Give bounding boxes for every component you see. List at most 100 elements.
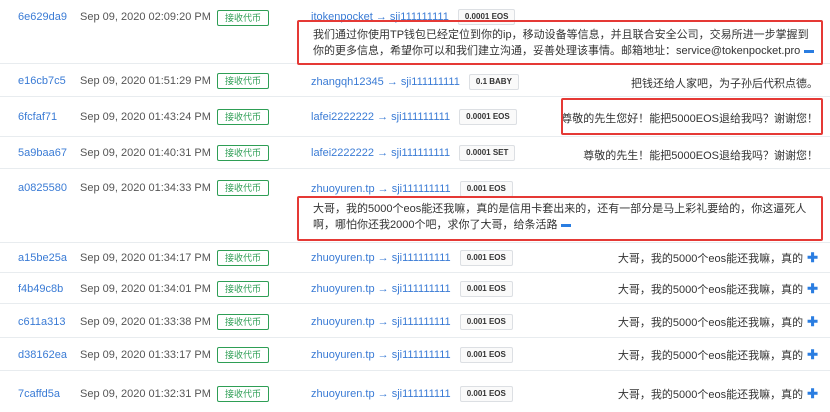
memo-content: 大哥，我的5000个eos能还我嘛，真的 [617,389,804,401]
tx-time: Sep 09, 2020 01:32:31 PM [80,388,211,400]
arrow-icon: → [386,75,398,88]
tx-time: Sep 09, 2020 01:34:33 PM [80,182,211,194]
tx-hash-link[interactable]: f4b49c8b [18,283,63,295]
amount-badge: 0.001 EOS [459,314,513,330]
table-row: 7caffd5a Sep 09, 2020 01:32:31 PM 接收代币 z… [0,371,830,412]
expand-plus-icon[interactable]: ✚ [807,386,818,401]
tx-hash-link[interactable]: 6e629da9 [18,11,67,23]
amount-badge: 0.001 EOS [459,250,513,266]
arrow-icon: → [377,251,389,264]
arrow-icon: → [377,387,389,400]
action-badge: 接收代币 [217,180,270,196]
tx-time: Sep 09, 2020 01:33:38 PM [80,316,211,328]
expand-plus-icon[interactable]: ✚ [807,281,818,296]
transfer-info: zhuoyuren.tp → sji111111111 0.001 EOS [311,386,513,402]
tx-time: Sep 09, 2020 01:43:24 PM [80,111,211,123]
expand-plus-icon[interactable]: ✚ [807,347,818,362]
tx-hash-link[interactable]: a0825580 [18,182,67,194]
tx-time: Sep 09, 2020 01:40:31 PM [80,147,211,159]
table-row: f4b49c8b Sep 09, 2020 01:34:01 PM 接收代币 z… [0,273,830,304]
amount-badge: 0.001 EOS [459,386,513,402]
highlight-box [561,98,823,135]
memo-text: 大哥，我的5000个eos能还我嘛，真的 ✚ [618,386,818,402]
action-badge: 接收代币 [217,386,270,402]
table-row: a15be25a Sep 09, 2020 01:34:17 PM 接收代币 z… [0,243,830,273]
from-account-link[interactable]: lafei2222222 [311,147,374,159]
highlight-box [297,20,823,65]
arrow-icon: → [377,182,389,195]
memo-content: 大哥，我的5000个eos能还我嘛，真的 [617,350,804,362]
from-account-link[interactable]: zhuoyuren.tp [311,283,375,295]
tx-hash-link[interactable]: 7caffd5a [18,388,60,400]
tx-hash-link[interactable]: e16cb7c5 [18,75,66,87]
to-account-link[interactable]: sji111111111 [391,147,450,159]
amount-badge: 0.1 BABY [468,74,519,90]
amount-badge: 0.001 EOS [459,347,513,363]
to-account-link[interactable]: sji111111111 [401,76,460,88]
tx-time: Sep 09, 2020 01:34:01 PM [80,283,211,295]
amount-badge: 0.001 EOS [459,281,513,297]
expand-plus-icon[interactable]: ✚ [807,250,818,265]
tx-hash-link[interactable]: c611a313 [18,316,66,328]
tx-hash-link[interactable]: 6fcfaf71 [18,111,57,123]
to-account-link[interactable]: sji111111111 [392,349,451,361]
tx-hash-link[interactable]: 5a9baa67 [18,147,67,159]
from-account-link[interactable]: zhuoyuren.tp [311,252,375,264]
memo-text: 大哥，我的5000个eos能还我嘛，真的 ✚ [618,281,818,297]
memo-text: 大哥，我的5000个eos能还我嘛，真的 ✚ [618,250,818,266]
action-badge: 接收代币 [217,281,270,297]
transfer-info: lafei2222222 → sji111111111 0.0001 EOS [311,109,517,125]
highlight-box [297,196,823,241]
action-badge: 接收代币 [217,10,270,26]
to-account-link[interactable]: sji111111111 [392,183,451,195]
arrow-icon: → [377,146,389,159]
memo-text: 尊敬的先生！能把5000EOS退给我吗？谢谢您！ [583,150,818,162]
from-account-link[interactable]: zhangqh12345 [311,76,384,88]
tx-time: Sep 09, 2020 01:51:29 PM [80,75,211,87]
transfer-info: zhuoyuren.tp → sji111111111 0.001 EOS [311,181,513,197]
action-badge: 接收代币 [217,109,270,125]
transfer-info: zhuoyuren.tp → sji111111111 0.001 EOS [311,281,513,297]
tx-time: Sep 09, 2020 01:33:17 PM [80,349,211,361]
action-badge: 接收代币 [217,347,270,363]
memo-content: 大哥，我的5000个eos能还我嘛，真的 [617,317,804,329]
to-account-link[interactable]: sji111111111 [392,252,451,264]
from-account-link[interactable]: zhuoyuren.tp [311,183,375,195]
to-account-link[interactable]: sji111111111 [392,388,451,400]
memo-content: 大哥，我的5000个eos能还我嘛，真的 [617,284,804,296]
tx-time: Sep 09, 2020 01:34:17 PM [80,252,211,264]
action-badge: 接收代币 [217,145,270,161]
from-account-link[interactable]: zhuoyuren.tp [311,388,375,400]
from-account-link[interactable]: zhuoyuren.tp [311,349,375,361]
arrow-icon: → [377,315,389,328]
to-account-link[interactable]: sji111111111 [392,283,451,295]
action-badge: 接收代币 [217,73,270,89]
transfer-info: zhuoyuren.tp → sji111111111 0.001 EOS [311,347,513,363]
amount-badge: 0.0001 EOS [459,109,517,125]
table-row: e16cb7c5 Sep 09, 2020 01:51:29 PM 接收代币 z… [0,64,830,97]
transfer-info: lafei2222222 → sji111111111 0.0001 SET [311,145,516,161]
from-account-link[interactable]: lafei2222222 [311,111,374,123]
memo-text: 大哥，我的5000个eos能还我嘛，真的 ✚ [618,347,818,363]
action-badge: 接收代币 [217,314,270,330]
arrow-icon: → [377,110,389,123]
table-row: c611a313 Sep 09, 2020 01:33:38 PM 接收代币 z… [0,304,830,338]
to-account-link[interactable]: sji111111111 [392,316,451,328]
memo-content: 大哥，我的5000个eos能还我嘛，真的 [617,253,804,265]
amount-badge: 0.0001 SET [459,145,516,161]
arrow-icon: → [377,348,389,361]
amount-badge: 0.001 EOS [459,181,513,197]
to-account-link[interactable]: sji111111111 [391,111,450,123]
table-row: 5a9baa67 Sep 09, 2020 01:40:31 PM 接收代币 l… [0,137,830,169]
transfer-info: zhangqh12345 → sji111111111 0.1 BABY [311,74,519,90]
action-badge: 接收代币 [217,250,270,266]
from-account-link[interactable]: zhuoyuren.tp [311,316,375,328]
transfer-info: zhuoyuren.tp → sji111111111 0.001 EOS [311,250,513,266]
tx-hash-link[interactable]: a15be25a [18,252,67,264]
memo-text: 把钱还给人家吧，为子孙后代积点德。 [631,78,818,90]
arrow-icon: → [377,282,389,295]
table-row: d38162ea Sep 09, 2020 01:33:17 PM 接收代币 z… [0,338,830,371]
expand-plus-icon[interactable]: ✚ [807,314,818,329]
tx-time: Sep 09, 2020 02:09:20 PM [80,11,211,23]
tx-hash-link[interactable]: d38162ea [18,349,67,361]
